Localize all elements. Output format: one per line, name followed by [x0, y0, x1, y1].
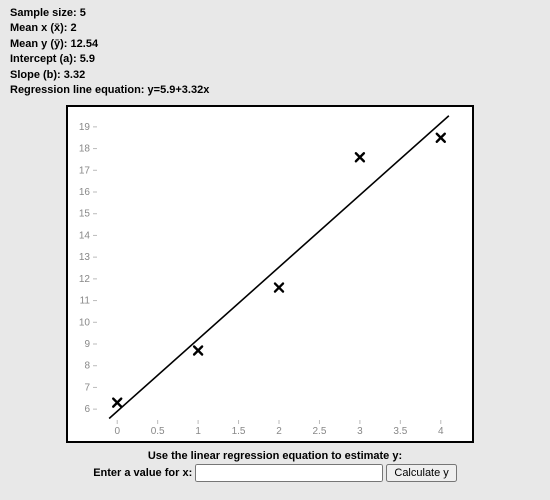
sample-size-value: 5 — [80, 7, 86, 19]
svg-text:18: 18 — [79, 144, 91, 155]
svg-text:12: 12 — [79, 274, 91, 285]
mean-x-value: 2 — [71, 22, 77, 34]
svg-text:3: 3 — [357, 426, 363, 437]
svg-text:1: 1 — [195, 426, 201, 437]
calculate-button[interactable]: Calculate y — [386, 464, 456, 482]
slope-label: Slope (b): — [10, 69, 61, 81]
equation-value: y=5.9+3.32x — [148, 84, 210, 96]
svg-text:19: 19 — [79, 122, 91, 133]
sample-size-label: Sample size: — [10, 7, 77, 19]
svg-text:4: 4 — [438, 426, 444, 437]
scatter-chart: 6 7 8 9 10 11 12 13 14 15 16 17 18 19 0 0.5 1 1.5 2 2.5 3 3.5… — [65, 104, 475, 444]
svg-text:15: 15 — [79, 209, 91, 220]
mean-x-label: Mean x (x̄): — [10, 22, 67, 34]
svg-text:9: 9 — [84, 339, 90, 350]
x-input[interactable] — [195, 464, 383, 482]
svg-text:2: 2 — [276, 426, 282, 437]
svg-text:3.5: 3.5 — [393, 426, 407, 437]
svg-text:14: 14 — [79, 231, 91, 242]
svg-text:6: 6 — [84, 404, 90, 415]
estimate-form: Use the linear regression equation to es… — [10, 450, 540, 482]
svg-text:7: 7 — [84, 383, 90, 394]
svg-text:16: 16 — [79, 187, 91, 198]
x-input-label: Enter a value for x: — [93, 467, 192, 479]
mean-y-value: 12.54 — [71, 38, 99, 50]
svg-text:0.5: 0.5 — [151, 426, 165, 437]
svg-text:0: 0 — [114, 426, 120, 437]
intercept-label: Intercept (a): — [10, 53, 77, 65]
svg-text:13: 13 — [79, 252, 91, 263]
stats-block: Sample size: 5 Mean x (x̄): 2 Mean y (ȳ)… — [10, 6, 540, 98]
svg-text:8: 8 — [84, 361, 90, 372]
slope-value: 3.32 — [64, 69, 85, 81]
mean-y-label: Mean y (ȳ): — [10, 38, 67, 50]
intercept-value: 5.9 — [80, 53, 95, 65]
svg-text:10: 10 — [79, 318, 91, 329]
svg-text:2.5: 2.5 — [312, 426, 326, 437]
svg-text:17: 17 — [79, 166, 91, 177]
estimate-heading: Use the linear regression equation to es… — [10, 450, 540, 462]
svg-text:11: 11 — [80, 296, 91, 307]
equation-label: Regression line equation: — [10, 84, 144, 96]
svg-text:1.5: 1.5 — [232, 426, 246, 437]
